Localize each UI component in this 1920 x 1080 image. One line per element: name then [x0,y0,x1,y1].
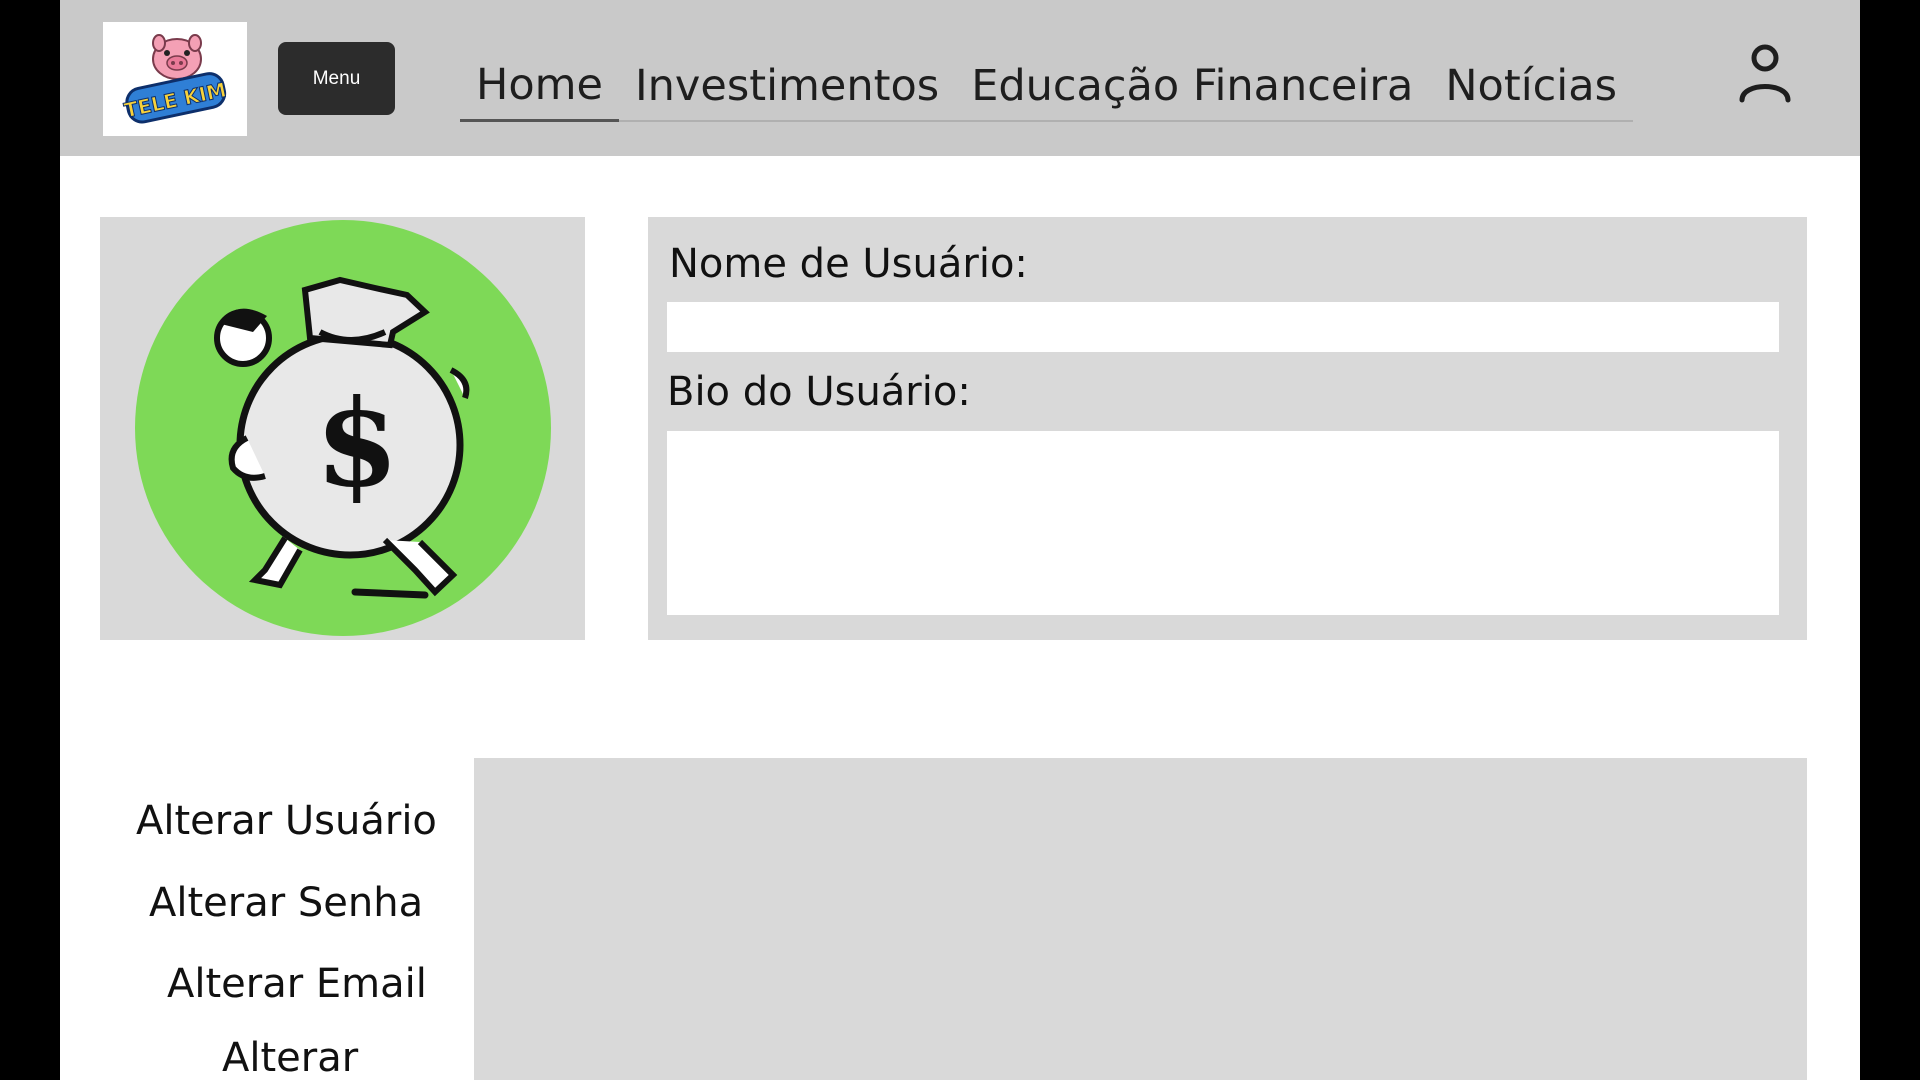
settings-content-area [474,758,1807,1080]
username-label: Nome de Usuário: [669,241,1028,287]
pig-logo-icon: TELE KIM [122,34,229,124]
settings-item-alterar-senha[interactable]: Alterar Senha [149,880,423,926]
bio-field[interactable] [667,431,1779,615]
settings-item-alterar[interactable]: Alterar [222,1035,358,1080]
avatar-panel: $ [100,217,585,640]
svg-text:$: $ [315,373,399,514]
nav-noticias[interactable]: Notícias [1429,58,1633,120]
bio-label: Bio do Usuário: [667,369,971,415]
site-logo[interactable]: TELE KIM [103,22,247,136]
username-field[interactable] [667,302,1779,352]
profile-form: Nome de Usuário: Bio do Usuário: [648,217,1807,640]
settings-menu: Alterar Usuário Alterar Senha Alterar Em… [60,790,480,1080]
user-icon[interactable] [1737,44,1793,104]
nav-home[interactable]: Home [460,57,619,122]
nav-educacao-financeira[interactable]: Educação Financeira [955,58,1429,120]
main-nav: Home Investimentos Educação Financeira N… [460,52,1633,122]
settings-item-alterar-usuario[interactable]: Alterar Usuário [136,798,437,844]
profile-page: TELE KIM Menu Home Investimentos Educaçã… [60,0,1860,1080]
settings-item-alterar-email[interactable]: Alterar Email [167,961,427,1007]
top-header: TELE KIM Menu Home Investimentos Educaçã… [60,0,1860,156]
menu-button[interactable]: Menu [278,42,395,115]
money-bag-avatar-icon[interactable]: $ [135,220,552,637]
nav-investimentos[interactable]: Investimentos [619,58,955,120]
